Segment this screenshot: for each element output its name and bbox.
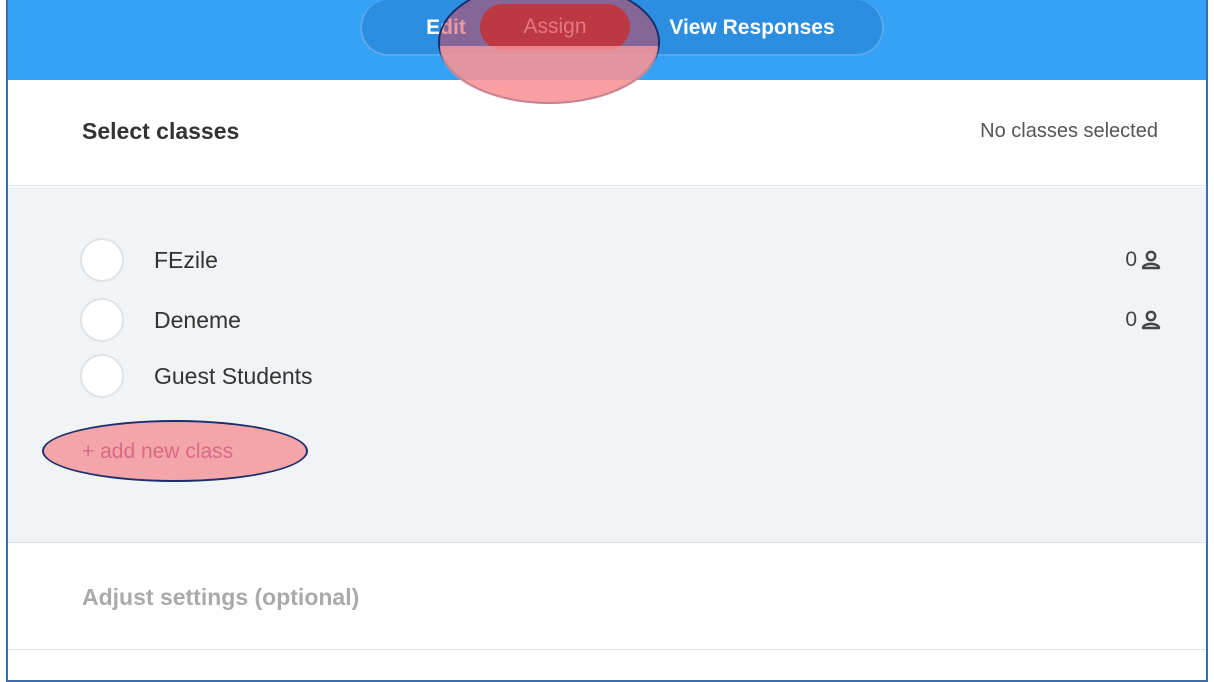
selection-status: No classes selected [980,120,1158,142]
class-radio[interactable] [80,298,124,342]
student-count: 0 [1125,248,1162,272]
class-name: Guest Students [154,363,313,389]
tab-edit[interactable]: Edit [414,12,478,44]
tab-view-responses[interactable]: View Responses [652,12,852,44]
class-name: Deneme [154,307,241,333]
user-icon [1141,250,1161,270]
tab-group: Edit Assign View Responses [360,0,884,56]
class-row-deneme[interactable]: Deneme 0 [80,298,1162,342]
section-title: Select classes [82,118,240,144]
top-bar: Edit Assign View Responses [8,0,1206,80]
class-name: FEzile [154,247,218,273]
student-count: 0 [1125,308,1162,332]
class-row-fezile[interactable]: FEzile 0 [80,238,1162,282]
count-value: 0 [1125,248,1137,271]
class-list: FEzile 0 Deneme 0 Guest Students + add n… [8,187,1206,543]
count-value: 0 [1125,308,1137,331]
assign-panel: Edit Assign View Responses Select classe… [6,0,1208,682]
add-new-class-link[interactable]: + add new class [82,440,233,464]
class-radio[interactable] [80,354,124,398]
class-row-guest-students[interactable]: Guest Students [80,354,1160,398]
adjust-settings-section[interactable]: Adjust settings (optional) [8,544,1206,650]
user-icon [1141,310,1161,330]
settings-title: Adjust settings (optional) [82,584,360,610]
tab-assign[interactable]: Assign [480,4,630,50]
class-radio[interactable] [80,238,124,282]
select-classes-header: Select classes No classes selected [8,80,1206,186]
